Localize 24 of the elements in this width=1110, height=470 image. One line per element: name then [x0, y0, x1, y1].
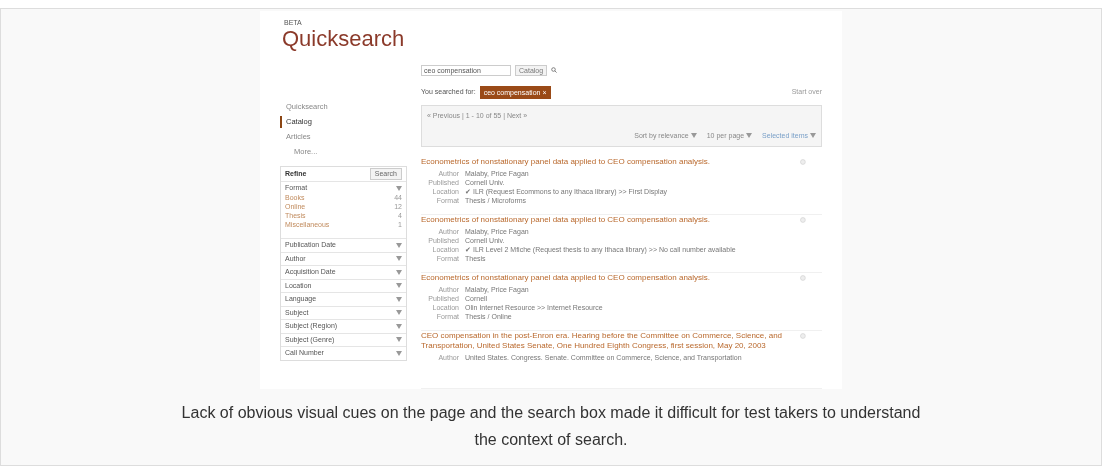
select-checkbox-icon[interactable] [800, 333, 806, 339]
figure-caption: Lack of obvious visual cues on the page and the search box made it difficult for test takers to understand the context of search. [180, 403, 922, 450]
select-checkbox-icon[interactable] [800, 275, 806, 281]
result-title-link[interactable]: Econometrics of nonstationary panel data applied to CEO compensation analysis. [421, 273, 801, 283]
result-title-link[interactable]: Econometrics of nonstationary panel data applied to CEO compensation analysis. [421, 215, 801, 225]
chevron-icon [396, 337, 402, 343]
result-title-link[interactable]: Econometrics of nonstationary panel data applied to CEO compensation analysis. [421, 157, 801, 167]
logo-text: Quicksearch [282, 27, 405, 51]
chevron-icon [396, 283, 402, 289]
chevron-icon [746, 133, 753, 139]
result-title-link[interactable]: CEO compensation in the post-Enron era. Hearing before the Committee on Commerce, Science, and Transportation, United States Senate, One Hundred Eighth Congress, first session, May 20, 2003 [421, 331, 801, 351]
search-icon[interactable] [551, 67, 558, 73]
select-checkbox-icon[interactable] [800, 159, 806, 165]
chevron-icon [396, 323, 402, 329]
chevron-icon [396, 242, 402, 248]
chevron-icon [396, 296, 402, 302]
chevron-icon [396, 256, 402, 262]
chevron-icon [396, 310, 402, 316]
chevron-icon [810, 133, 816, 139]
select-checkbox-icon[interactable] [800, 217, 806, 223]
chevron-icon [690, 133, 697, 139]
chevron-icon [396, 269, 402, 275]
chevron-icon [396, 185, 402, 191]
chevron-icon [396, 350, 402, 356]
